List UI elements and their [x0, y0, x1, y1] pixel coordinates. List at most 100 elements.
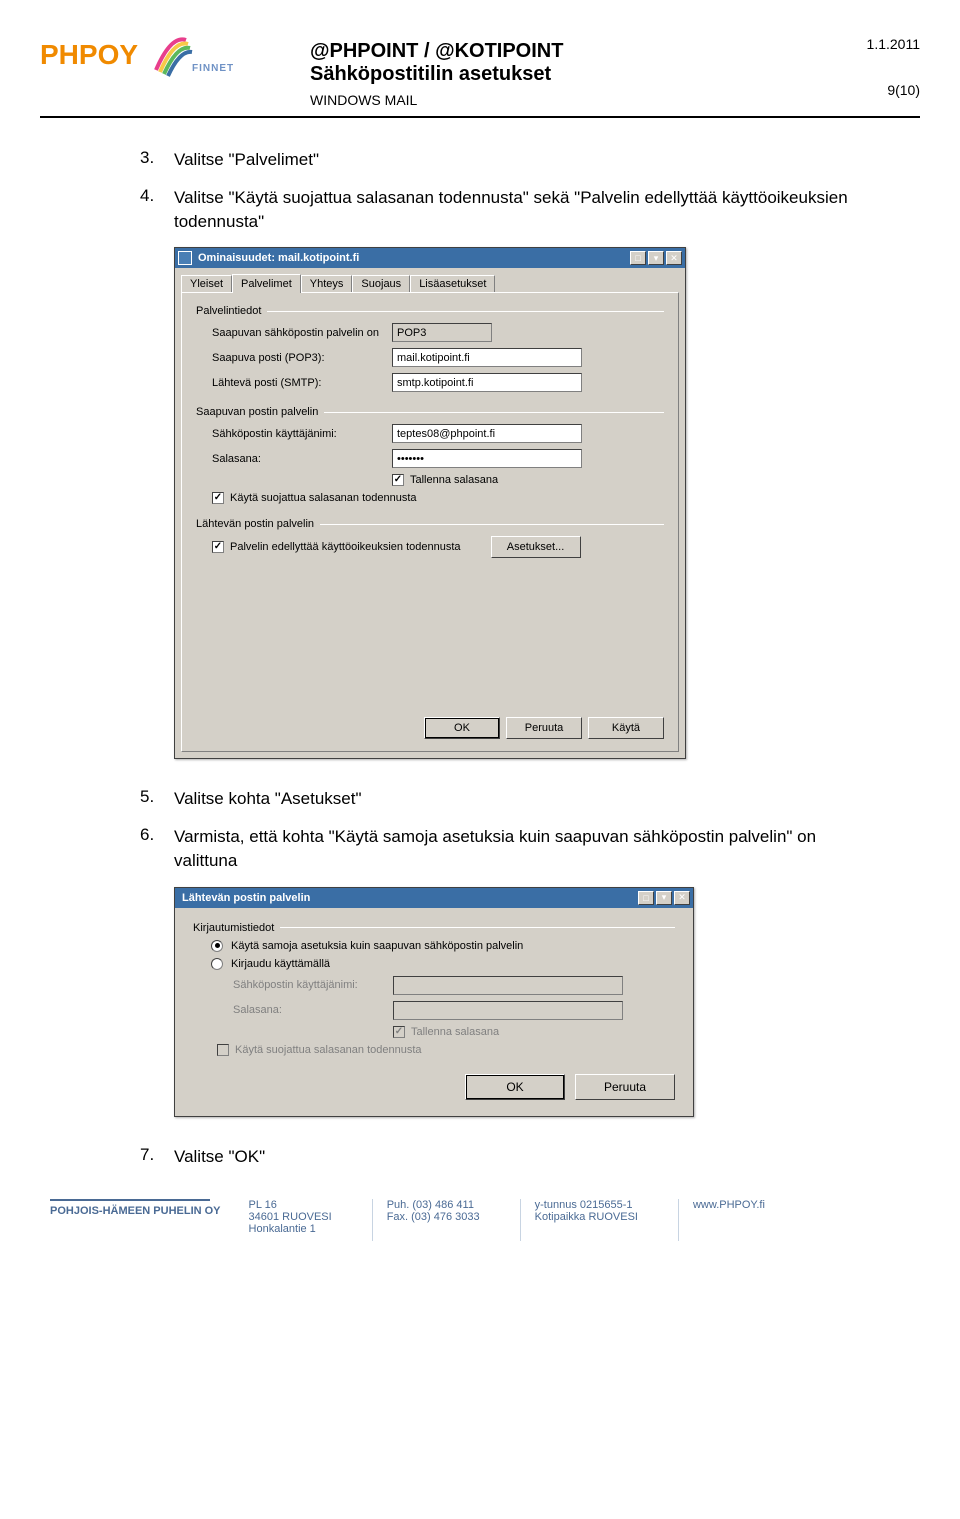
- chevron-down-icon[interactable]: ▾: [656, 891, 672, 905]
- properties-dialog: Ominaisuudet: mail.kotipoint.fi □ ▾ ✕ Yl…: [174, 247, 686, 759]
- ok-button[interactable]: OK: [424, 717, 500, 739]
- footer-address: PL 16 34601 RUOVESI Honkalantie 1: [249, 1199, 332, 1241]
- pop3-field[interactable]: mail.kotipoint.fi: [392, 348, 582, 367]
- addr3: Honkalantie 1: [249, 1223, 332, 1235]
- titlebar-text: Lähtevän postin palvelin: [178, 892, 638, 904]
- company-name: POHJOIS-HÄMEEN PUHELIN OY: [50, 1205, 221, 1217]
- remember-password-checkbox-disabled: [393, 1026, 405, 1038]
- settings-button[interactable]: Asetukset...: [491, 536, 581, 558]
- tab-panel: Palvelintiedot Saapuvan sähköpostin palv…: [181, 292, 679, 752]
- chk-secure-label: Käytä suojattua salasanan todennusta: [230, 492, 417, 504]
- lbl-username: Sähköpostin käyttäjänimi:: [212, 428, 392, 440]
- titlebar-text: Ominaisuudet: mail.kotipoint.fi: [198, 252, 630, 264]
- dialog1-wrap: Ominaisuudet: mail.kotipoint.fi □ ▾ ✕ Yl…: [174, 247, 880, 759]
- doc-date: 1.1.2011: [830, 36, 920, 52]
- chk-outauth-label: Palvelin edellyttää käyttöoikeuksien tod…: [230, 541, 461, 553]
- group-title: Saapuvan postin palvelin: [196, 406, 318, 418]
- dialog-body: Kirjautumistiedot Käytä samoja asetuksia…: [175, 908, 693, 1116]
- lbl-password: Salasana:: [233, 1004, 393, 1016]
- chk-remember-label: Tallenna salasana: [410, 474, 498, 486]
- tab-suojaus[interactable]: Suojaus: [352, 275, 410, 293]
- password-field-disabled: [393, 1001, 623, 1020]
- logo-swirl-icon: [146, 30, 196, 80]
- outgoing-auth-checkbox[interactable]: [212, 541, 224, 553]
- lbl-username: Sähköpostin käyttäjänimi:: [233, 979, 393, 991]
- footer-company-col: POHJOIS-HÄMEEN PUHELIN OY: [50, 1199, 221, 1217]
- lbl-password: Salasana:: [212, 453, 392, 465]
- group-incoming: Saapuvan postin palvelin: [196, 406, 664, 418]
- lbl-smtp: Lähtevä posti (SMTP):: [212, 377, 392, 389]
- tab-yhteys[interactable]: Yhteys: [301, 275, 353, 293]
- username-field-disabled: [393, 976, 623, 995]
- logo-area: PHPOY FINNET: [40, 30, 310, 80]
- step-text: Valitse kohta "Asetukset": [174, 787, 880, 811]
- page-header: PHPOY FINNET @PHPOINT / @KOTIPOINT Sähkö…: [40, 30, 920, 118]
- remember-password-checkbox[interactable]: [392, 474, 404, 486]
- title-line1: @PHPOINT / @KOTIPOINT: [310, 40, 830, 63]
- web: www.PHPOY.fi: [693, 1199, 765, 1211]
- group-outgoing: Lähtevän postin palvelin: [196, 518, 664, 530]
- smtp-field[interactable]: smtp.kotipoint.fi: [392, 373, 582, 392]
- radio-same-label: Käytä samoja asetuksia kuin saapuvan säh…: [231, 940, 523, 952]
- login-using-radio[interactable]: [211, 958, 223, 970]
- page-footer: POHJOIS-HÄMEEN PUHELIN OY PL 16 34601 RU…: [40, 1199, 920, 1241]
- password-field[interactable]: •••••••: [392, 449, 582, 468]
- dropdown-icon[interactable]: □: [638, 891, 654, 905]
- step-3: 3. Valitse "Palvelimet": [140, 148, 880, 172]
- step-num: 6.: [140, 825, 174, 873]
- step-7: 7. Valitse "OK": [140, 1145, 880, 1169]
- group-title: Kirjautumistiedot: [193, 922, 274, 934]
- tab-lisaasetukset[interactable]: Lisäasetukset: [410, 275, 495, 293]
- doc-page: 9(10): [830, 82, 920, 98]
- username-field[interactable]: teptes08@phpoint.fi: [392, 424, 582, 443]
- cancel-button[interactable]: Peruuta: [575, 1074, 675, 1100]
- titlebar[interactable]: Ominaisuudet: mail.kotipoint.fi □ ▾ ✕: [175, 248, 685, 268]
- dialog2-wrap: Lähtevän postin palvelin □ ▾ ✕ Kirjautum…: [174, 887, 880, 1117]
- use-same-settings-radio[interactable]: [211, 940, 223, 952]
- step-text: Valitse "Käytä suojattua salasanan toden…: [174, 186, 880, 234]
- step-num: 5.: [140, 787, 174, 811]
- outgoing-server-dialog: Lähtevän postin palvelin □ ▾ ✕ Kirjautum…: [174, 887, 694, 1117]
- secure-password-checkbox-disabled: [217, 1044, 229, 1056]
- finnet-label: FINNET: [192, 63, 234, 74]
- secure-password-checkbox[interactable]: [212, 492, 224, 504]
- dropdown-icon[interactable]: □: [630, 251, 646, 265]
- addr1: PL 16: [249, 1199, 332, 1211]
- tel2: Fax. (03) 476 3033: [387, 1211, 480, 1223]
- step-text: Valitse "Palvelimet": [174, 148, 880, 172]
- footer-reg: y-tunnus 0215655-1 Kotipaikka RUOVESI: [520, 1199, 638, 1241]
- tel1: Puh. (03) 486 411: [387, 1199, 480, 1211]
- addr2: 34601 RUOVESI: [249, 1211, 332, 1223]
- titlebar[interactable]: Lähtevän postin palvelin □ ▾ ✕: [175, 888, 693, 908]
- reg1: y-tunnus 0215655-1: [535, 1199, 638, 1211]
- close-icon[interactable]: ✕: [674, 891, 690, 905]
- tab-palvelimet[interactable]: Palvelimet: [232, 274, 301, 293]
- title-line2: Sähköpostitilin asetukset: [310, 63, 830, 86]
- step-5: 5. Valitse kohta "Asetukset": [140, 787, 880, 811]
- lbl-server-type: Saapuvan sähköpostin palvelin on: [212, 327, 392, 339]
- cancel-button[interactable]: Peruuta: [506, 717, 582, 739]
- reg2: Kotipaikka RUOVESI: [535, 1211, 638, 1223]
- apply-button[interactable]: Käytä: [588, 717, 664, 739]
- logo-text: PHPOY: [40, 39, 138, 71]
- ok-button[interactable]: OK: [465, 1074, 565, 1100]
- tabs: Yleiset Palvelimet Yhteys Suojaus Lisäas…: [175, 268, 685, 292]
- step-num: 3.: [140, 148, 174, 172]
- footer-phone: Puh. (03) 486 411 Fax. (03) 476 3033: [372, 1199, 480, 1241]
- step-num: 7.: [140, 1145, 174, 1169]
- lbl-pop3: Saapuva posti (POP3):: [212, 352, 392, 364]
- step-4: 4. Valitse "Käytä suojattua salasanan to…: [140, 186, 880, 234]
- step-6: 6. Varmista, että kohta "Käytä samoja as…: [140, 825, 880, 873]
- chk-secure-label: Käytä suojattua salasanan todennusta: [235, 1044, 422, 1056]
- group-login: Kirjautumistiedot: [193, 922, 675, 934]
- chk-remember-label: Tallenna salasana: [411, 1026, 499, 1038]
- close-icon[interactable]: ✕: [666, 251, 682, 265]
- group-title: Lähtevän postin palvelin: [196, 518, 314, 530]
- radio-login-label: Kirjaudu käyttämällä: [231, 958, 330, 970]
- server-type-field: POP3: [392, 323, 492, 342]
- footer-web: www.PHPOY.fi: [678, 1199, 765, 1241]
- tab-yleiset[interactable]: Yleiset: [181, 275, 232, 293]
- step-text: Varmista, että kohta "Käytä samoja asetu…: [174, 825, 880, 873]
- group-palvelintiedot: Palvelintiedot: [196, 305, 664, 317]
- chevron-down-icon[interactable]: ▾: [648, 251, 664, 265]
